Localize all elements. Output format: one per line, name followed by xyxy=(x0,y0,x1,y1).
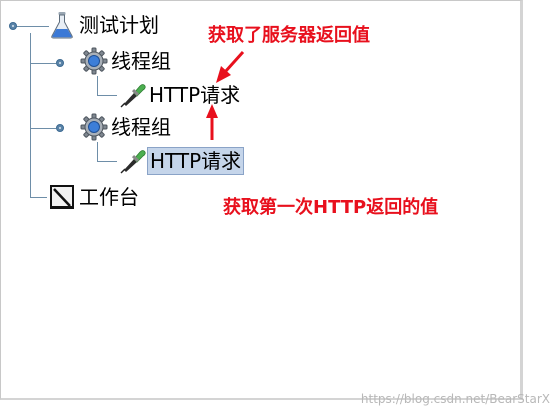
tree-node-label: 测试计划 xyxy=(79,13,159,37)
tree-node-workbench[interactable]: 工作台 xyxy=(47,182,141,212)
tree-node-thread-group[interactable]: 线程组 xyxy=(79,112,173,142)
tree-node-http-request[interactable]: HTTP请求 xyxy=(117,80,242,110)
tree-node-label: 工作台 xyxy=(79,185,139,209)
test-plan-flask-icon xyxy=(47,10,77,40)
watermark: https://blog.csdn.net/BearStarX xyxy=(360,392,550,406)
tree-connector xyxy=(97,76,98,96)
workbench-icon xyxy=(47,182,77,212)
thread-group-gear-icon xyxy=(79,46,109,76)
tree-connector xyxy=(30,197,47,198)
expand-handle-icon[interactable] xyxy=(56,59,64,67)
thread-group-gear-icon xyxy=(79,112,109,142)
tree-node-label: 线程组 xyxy=(111,115,171,139)
tree-node-http-request[interactable]: HTTP请求 xyxy=(117,146,245,176)
tree-node-thread-group[interactable]: 线程组 xyxy=(79,46,173,76)
expand-handle-icon[interactable] xyxy=(9,22,17,30)
annotation-bottom: 获取第一次HTTP返回的值 xyxy=(223,197,439,218)
tree-node-label: 线程组 xyxy=(111,49,171,73)
annotation-top: 获取了服务器返回值 xyxy=(208,25,370,46)
tree-connector xyxy=(97,161,117,162)
tree-connector xyxy=(97,142,98,162)
http-request-dropper-icon xyxy=(117,146,147,176)
tree-connector xyxy=(30,128,56,129)
tree-connector xyxy=(30,33,31,197)
expand-handle-icon[interactable] xyxy=(56,124,64,132)
tree-node-label-selected: HTTP请求 xyxy=(147,147,245,175)
tree-node-test-plan[interactable]: 测试计划 xyxy=(47,10,161,40)
tree-connector xyxy=(30,63,56,64)
tree-node-label: HTTP请求 xyxy=(149,83,241,107)
http-request-dropper-icon xyxy=(117,80,147,110)
tree-connector xyxy=(13,26,49,27)
tree-connector xyxy=(97,95,117,96)
